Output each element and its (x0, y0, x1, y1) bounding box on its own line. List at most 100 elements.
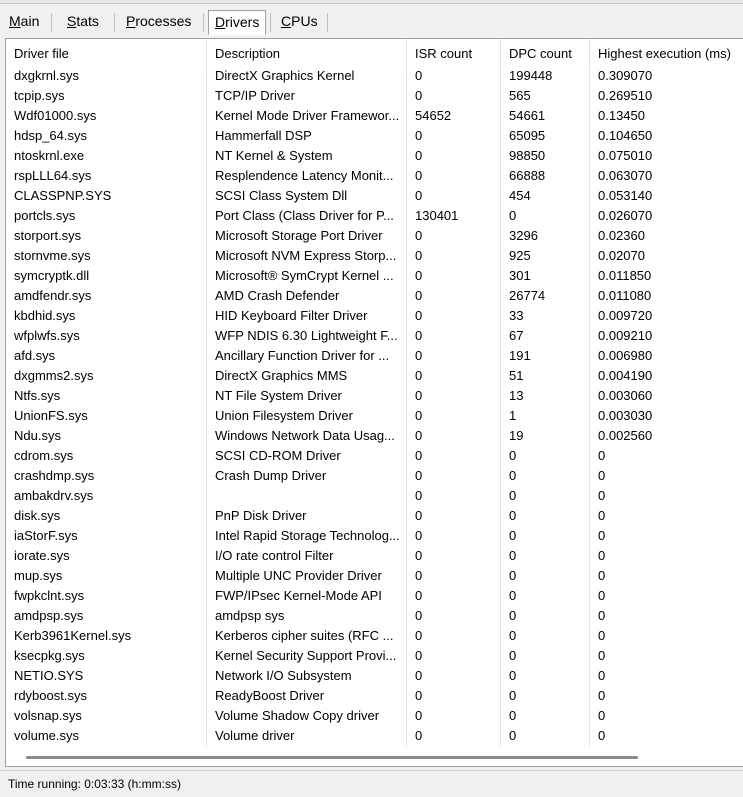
cell-highest-execution: 0.009210 (590, 326, 743, 346)
table-body: dxgkrnl.sys DirectX Graphics Kernel 0 19944… (6, 66, 743, 746)
cell-highest-execution: 0 (590, 526, 743, 546)
tab-main[interactable]: Main (3, 9, 45, 33)
cell-driver-file: hdsp_64.sys (6, 126, 207, 146)
cell-highest-execution: 0.13450 (590, 106, 743, 126)
table-row[interactable]: afd.sys Ancillary Function Driver for ...… (6, 346, 743, 366)
table-row[interactable]: CLASSPNP.SYS SCSI Class System Dll 0 454 0.0… (6, 186, 743, 206)
cell-isr-count: 130401 (407, 206, 501, 226)
table-row[interactable]: tcpip.sys TCP/IP Driver 0 565 0.269510 (6, 86, 743, 106)
table-row[interactable]: rspLLL64.sys Resplendence Latency Monit..… (6, 166, 743, 186)
cell-driver-file: symcryptk.dll (6, 266, 207, 286)
table-row[interactable]: stornvme.sys Microsoft NVM Express Storp.… (6, 246, 743, 266)
cell-isr-count: 0 (407, 626, 501, 646)
table-row[interactable]: Kerb3961Kernel.sys Kerberos cipher suites… (6, 626, 743, 646)
cell-driver-file: dxgmms2.sys (6, 366, 207, 386)
horizontal-scrollbar[interactable] (6, 749, 743, 766)
table-row[interactable]: Ndu.sys Windows Network Data Usag... 0 19 0.… (6, 426, 743, 446)
table-row[interactable]: disk.sys PnP Disk Driver 0 0 0 (6, 506, 743, 526)
table-row[interactable]: ksecpkg.sys Kernel Security Support Provi… (6, 646, 743, 666)
column-header-highest-execution[interactable]: Highest execution (ms) (590, 39, 743, 66)
table-row[interactable]: hdsp_64.sys Hammerfall DSP 0 65095 0.104650 (6, 126, 743, 146)
table-row[interactable]: rdyboost.sys ReadyBoost Driver 0 0 0 (6, 686, 743, 706)
cell-dpc-count: 191 (501, 346, 590, 366)
column-header-driver-file[interactable]: Driver file (6, 39, 207, 66)
table-row[interactable]: storport.sys Microsoft Storage Port Drive… (6, 226, 743, 246)
table-row[interactable]: volsnap.sys Volume Shadow Copy driver 0 0 0 (6, 706, 743, 726)
table-row[interactable]: mup.sys Multiple UNC Provider Driver 0 0 0 (6, 566, 743, 586)
table-row[interactable]: volume.sys Volume driver 0 0 0 (6, 726, 743, 746)
table-row[interactable]: portcls.sys Port Class (Class Driver for … (6, 206, 743, 226)
table-row[interactable]: cdrom.sys SCSI CD-ROM Driver 0 0 0 (6, 446, 743, 466)
tab-bar: Main Stats Processes Drivers CPUs (0, 4, 743, 38)
table-row[interactable]: kbdhid.sys HID Keyboard Filter Driver 0 33 0… (6, 306, 743, 326)
cell-dpc-count: 0 (501, 486, 590, 506)
cell-isr-count: 0 (407, 186, 501, 206)
cell-driver-file: fwpkclnt.sys (6, 586, 207, 606)
cell-driver-file: amdpsp.sys (6, 606, 207, 626)
cell-highest-execution: 0.003030 (590, 406, 743, 426)
table-header: Driver file Description ISR count DPC co… (6, 39, 743, 66)
tab-stats[interactable]: Stats (61, 9, 105, 33)
tab-drivers[interactable]: Drivers (208, 10, 267, 35)
tab-processes[interactable]: Processes (120, 9, 197, 33)
cell-dpc-count: 0 (501, 446, 590, 466)
cell-driver-file: storport.sys (6, 226, 207, 246)
column-header-description[interactable]: Description (207, 39, 407, 66)
drivers-table[interactable]: Driver file Description ISR count DPC co… (5, 38, 743, 767)
cell-description: PnP Disk Driver (207, 506, 407, 526)
table-row[interactable]: fwpkclnt.sys FWP/IPsec Kernel-Mode API 0 0 0 (6, 586, 743, 606)
tab-separator (114, 13, 115, 32)
cell-driver-file: kbdhid.sys (6, 306, 207, 326)
table-row[interactable]: amdfendr.sys AMD Crash Defender 0 26774 0.01… (6, 286, 743, 306)
cell-description: NT File System Driver (207, 386, 407, 406)
cell-driver-file: ambakdrv.sys (6, 486, 207, 506)
table-row[interactable]: dxgmms2.sys DirectX Graphics MMS 0 51 0.0041… (6, 366, 743, 386)
table-row[interactable]: crashdmp.sys Crash Dump Driver 0 0 0 (6, 466, 743, 486)
cell-highest-execution: 0 (590, 586, 743, 606)
cell-driver-file: stornvme.sys (6, 246, 207, 266)
cell-dpc-count: 0 (501, 726, 590, 746)
table-row[interactable]: wfplwfs.sys WFP NDIS 6.30 Lightweight F..… (6, 326, 743, 346)
cell-highest-execution: 0 (590, 726, 743, 746)
tab-cpus[interactable]: CPUs (275, 9, 324, 33)
cell-description: WFP NDIS 6.30 Lightweight F... (207, 326, 407, 346)
table-row[interactable]: amdpsp.sys amdpsp sys 0 0 0 (6, 606, 743, 626)
table-row[interactable]: Wdf01000.sys Kernel Mode Driver Framewor.… (6, 106, 743, 126)
cell-isr-count: 0 (407, 266, 501, 286)
cell-dpc-count: 925 (501, 246, 590, 266)
cell-highest-execution: 0.063070 (590, 166, 743, 186)
cell-dpc-count: 0 (501, 546, 590, 566)
column-header-isr-count[interactable]: ISR count (407, 39, 501, 66)
table-row[interactable]: dxgkrnl.sys DirectX Graphics Kernel 0 19944… (6, 66, 743, 86)
cell-highest-execution: 0.02360 (590, 226, 743, 246)
cell-driver-file: rdyboost.sys (6, 686, 207, 706)
table-row[interactable]: NETIO.SYS Network I/O Subsystem 0 0 0 (6, 666, 743, 686)
cell-driver-file: portcls.sys (6, 206, 207, 226)
cell-description (207, 486, 407, 506)
table-row[interactable]: ambakdrv.sys 0 0 0 (6, 486, 743, 506)
cell-isr-count: 0 (407, 586, 501, 606)
cell-isr-count: 0 (407, 466, 501, 486)
cell-highest-execution: 0.309070 (590, 66, 743, 86)
cell-highest-execution: 0.002560 (590, 426, 743, 446)
cell-dpc-count: 301 (501, 266, 590, 286)
cell-description: I/O rate control Filter (207, 546, 407, 566)
cell-highest-execution: 0 (590, 646, 743, 666)
cell-isr-count: 0 (407, 726, 501, 746)
cell-description: ReadyBoost Driver (207, 686, 407, 706)
cell-isr-count: 0 (407, 546, 501, 566)
cell-dpc-count: 0 (501, 706, 590, 726)
cell-dpc-count: 0 (501, 586, 590, 606)
table-row[interactable]: Ntfs.sys NT File System Driver 0 13 0.003060 (6, 386, 743, 406)
cell-isr-count: 0 (407, 366, 501, 386)
table-row[interactable]: symcryptk.dll Microsoft® SymCrypt Kernel … (6, 266, 743, 286)
cell-highest-execution: 0.011850 (590, 266, 743, 286)
table-row[interactable]: iaStorF.sys Intel Rapid Storage Technolog… (6, 526, 743, 546)
cell-highest-execution: 0 (590, 706, 743, 726)
table-row[interactable]: UnionFS.sys Union Filesystem Driver 0 1 0.00… (6, 406, 743, 426)
cell-dpc-count: 0 (501, 566, 590, 586)
table-row[interactable]: ntoskrnl.exe NT Kernel & System 0 98850 0.07… (6, 146, 743, 166)
scrollbar-thumb[interactable] (26, 756, 638, 759)
column-header-dpc-count[interactable]: DPC count (501, 39, 590, 66)
table-row[interactable]: iorate.sys I/O rate control Filter 0 0 0 (6, 546, 743, 566)
